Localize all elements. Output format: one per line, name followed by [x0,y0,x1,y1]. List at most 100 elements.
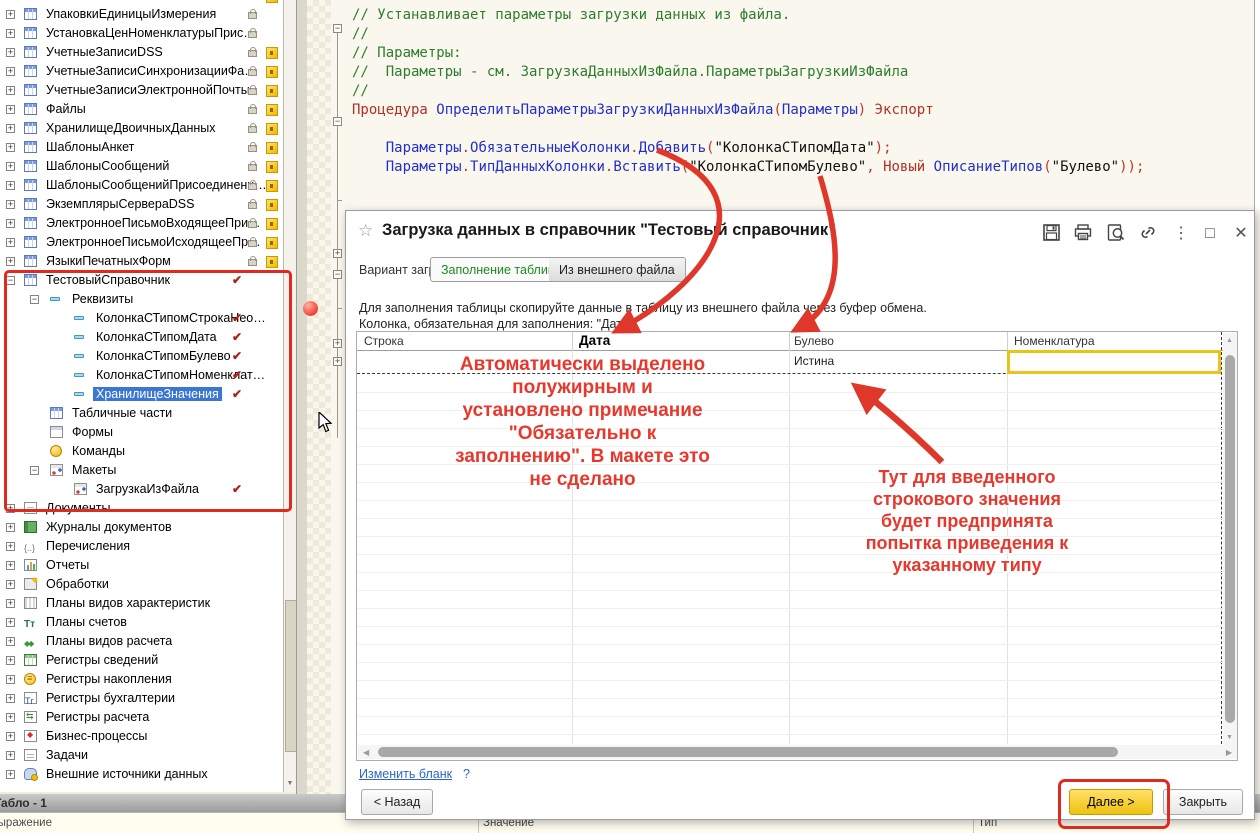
tree-item-label[interactable]: Отчеты [46,558,89,572]
expand-icon[interactable]: + [6,86,15,95]
editor-scrollbar[interactable] [1254,0,1260,210]
tree-item-label[interactable]: Перечисления [46,539,130,553]
tree-item-label[interactable]: Регистры накопления [46,672,172,686]
tree-item[interactable]: ЗагрузкаИзФайла✔ [0,480,296,499]
tree-item-label[interactable]: ШаблоныСообщений [46,159,169,173]
tree-item[interactable]: ХранилищеЗначения✔ [0,385,296,404]
tree-item[interactable]: +УпаковкиЕдиницыИзмерения [0,5,296,24]
tree-item-label[interactable]: ЭлектронноеПисьмоИсходящееПр… [46,235,261,249]
tree-item-label[interactable]: Регистры бухгалтерии [46,691,175,705]
tree-item[interactable]: +Журналы документов [0,518,296,537]
tree-item[interactable]: + ЯзыкиПечатныхФорм [0,252,296,271]
expand-icon[interactable]: + [6,67,15,76]
tree-item[interactable]: Табличные части [0,404,296,423]
tree-item[interactable]: +Перечисления [0,537,296,556]
expand-icon[interactable]: + [6,257,15,266]
tree-item-label[interactable]: Регистры сведений [46,653,158,667]
column-header-1[interactable]: Строка [364,334,404,348]
cell-boolean-value[interactable]: Истина [794,354,834,368]
expand-icon[interactable]: + [6,618,15,627]
tree-item[interactable]: КолонкаСТипомДата✔ [0,328,296,347]
tree-item-label[interactable]: Макеты [72,463,116,477]
tree-item[interactable]: + УстановкаЦенНоменклатурыПрис… [0,24,296,43]
expand-icon[interactable]: + [6,219,15,228]
expand-icon[interactable]: + [6,580,15,589]
fold-collapse-icon[interactable]: − [333,117,342,126]
code-line[interactable]: // [352,26,369,45]
expand-icon[interactable]: + [6,675,15,684]
code-line[interactable]: Процедура ОпределитьПараметрыЗагрузкиДан… [352,102,934,121]
fold-expand-icon[interactable]: + [333,249,342,258]
tree-item[interactable]: −ТестовыйСправочник✔ [0,271,296,290]
tree-item[interactable]: + Обработки [0,575,296,594]
tree-item[interactable]: +ШаблоныАнкет [0,138,296,157]
tree-item-label[interactable]: ХранилищеЗначения [93,387,222,401]
code-line[interactable]: // [352,83,369,102]
code-line[interactable]: // Параметры: [352,45,462,64]
code-line[interactable]: // Параметры - см. ЗагрузкаДанныхИзФайла… [352,64,908,83]
expand-icon[interactable]: + [6,48,15,57]
expand-icon[interactable]: + [6,105,15,114]
expand-icon[interactable]: + [6,713,15,722]
edit-form-link[interactable]: Изменить бланк [359,767,452,781]
code-line[interactable]: Параметры.ОбязательныеКолонки.Добавить("… [352,140,892,159]
help-icon[interactable]: ? [463,767,470,781]
expand-icon[interactable]: + [6,751,15,760]
tree-item-label[interactable]: Формы [72,425,113,439]
tree-item[interactable]: +Задачи [0,746,296,765]
tree-item-label[interactable]: УчетныеЗаписиDSS [46,45,163,59]
tree-item[interactable]: +Регистры расчета [0,708,296,727]
tree-item-label[interactable]: КолонкаСТипомДата [96,330,217,344]
tree-item[interactable]: + Отчеты [0,556,296,575]
tree-item[interactable]: + Планы счетов [0,613,296,632]
tree-item-label[interactable]: УчетныеЗаписиСинхронизацииФа… [46,64,257,78]
tree-item[interactable]: − Макеты [0,461,296,480]
expand-icon[interactable]: + [6,181,15,190]
tree-item-label[interactable]: ХранилищеДвоичныхДанных [46,121,216,135]
tree-item[interactable]: +ЭлектронноеПисьмоВходящееПри… [0,214,296,233]
column-header-2[interactable]: Дата [579,333,610,348]
expand-icon[interactable]: + [6,561,15,570]
metadata-tree[interactable]: +УпаковкиЕдиницыИзмерения + УстановкаЦенНо… [0,0,296,792]
preview-icon[interactable] [1105,224,1127,244]
hscroll-thumb[interactable] [378,747,1118,757]
expand-icon[interactable]: + [6,732,15,741]
tab-from-file[interactable]: Из внешнего файла [549,257,686,282]
tree-item-label[interactable]: Планы видов расчета [46,634,172,648]
tree-item-label[interactable]: Планы видов характеристик [46,596,210,610]
tree-item[interactable]: КолонкаСТипомСтрокаНео…✔ [0,309,296,328]
tree-item-label[interactable]: Табличные части [72,406,172,420]
save-icon[interactable] [1040,224,1062,244]
tree-item-label[interactable]: Журналы документов [46,520,172,534]
tree-item-label[interactable]: Файлы [46,102,86,116]
expand-icon[interactable]: + [6,29,15,38]
print-icon[interactable] [1072,224,1094,244]
scroll-left-icon[interactable]: ◀ [363,748,369,757]
expand-icon[interactable]: + [6,143,15,152]
table-vertical-scrollbar[interactable]: ▲ ▼ [1223,333,1237,745]
tree-item-label[interactable]: Планы счетов [46,615,127,629]
tree-item-label[interactable]: ТестовыйСправочник [46,273,170,287]
tree-item-label[interactable]: ЗагрузкаИзФайла [96,482,199,496]
expand-icon[interactable]: + [6,124,15,133]
tree-item-label[interactable]: ЯзыкиПечатныхФорм [46,254,171,268]
tree-item[interactable]: Команды [0,442,296,461]
scroll-up-icon[interactable]: ▲ [1226,337,1233,344]
tree-item[interactable]: Формы [0,423,296,442]
expand-icon[interactable]: + [6,599,15,608]
collapse-icon[interactable]: − [30,466,39,475]
tree-item[interactable]: + УчетныеЗаписиDSS [0,43,296,62]
breakpoint-icon[interactable] [303,301,318,316]
tree-item-label[interactable]: УчетныеЗаписиЭлектроннойПочты [46,83,250,97]
tree-item[interactable]: +Регистры сведений [0,651,296,670]
tree-item[interactable]: + Планы видов характеристик [0,594,296,613]
tree-item-label[interactable]: Реквизиты [72,292,133,306]
fold-collapse-icon[interactable]: − [333,270,342,279]
tree-item[interactable]: +Регистры бухгалтерии [0,689,296,708]
tree-item[interactable]: КолонкаСТипомНоменклат…✔ [0,366,296,385]
tree-item-label[interactable]: Обработки [46,577,109,591]
tree-item-label[interactable]: УстановкаЦенНоменклатурыПрис… [46,26,256,40]
fold-expand-icon[interactable]: + [333,357,342,366]
scroll-down-icon[interactable]: ▼ [1226,734,1233,741]
table-horizontal-scrollbar[interactable]: ◀ ▶ [358,745,1237,759]
